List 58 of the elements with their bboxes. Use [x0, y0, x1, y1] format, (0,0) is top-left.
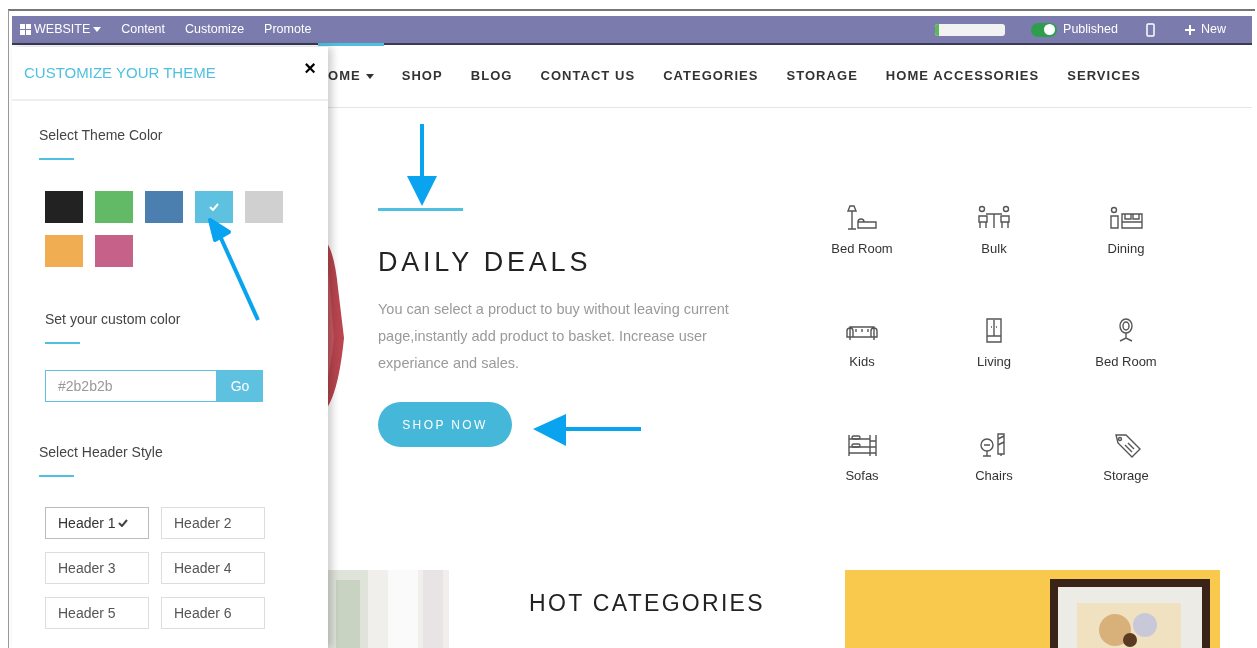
hero-text: You can select a product to buy without leaving current page,instantly add product to basket. Increase user experiance and sales. [378, 300, 730, 373]
category-label[interactable]: Kids [849, 352, 875, 372]
section-heading: Set your custom color [45, 310, 182, 329]
heading-underline [39, 158, 74, 160]
furniture-icon [1108, 204, 1144, 231]
nav-item[interactable]: HOME ACCESSORIES [885, 66, 1040, 86]
check-icon [117, 519, 128, 527]
header-style-option[interactable]: Header 5 [45, 597, 149, 629]
furniture-icon [976, 204, 1012, 231]
color-swatch[interactable] [45, 191, 83, 223]
mobile-icon[interactable] [1146, 22, 1155, 37]
nav-item[interactable]: OME [328, 66, 374, 86]
header-style-option[interactable]: Header 4 [161, 552, 265, 584]
header-style-option[interactable]: Header 3 [45, 552, 149, 584]
publish-toggle[interactable] [1031, 22, 1058, 37]
color-swatch[interactable] [45, 235, 83, 267]
header-style-option[interactable]: Header 2 [161, 507, 265, 539]
category-label[interactable]: Chairs [975, 465, 1013, 486]
panel-title: CUSTOMIZE YOUR THEME [24, 62, 216, 83]
category-label[interactable]: Living [977, 352, 1011, 372]
check-icon [209, 203, 219, 211]
header-style-option[interactable]: Header 6 [161, 597, 265, 629]
admin-menu-item[interactable]: Customize [185, 20, 245, 39]
hero-title: DAILY DEALS [378, 249, 593, 276]
close-button[interactable]: × [304, 53, 316, 83]
admin-menu-item[interactable]: Promote [264, 20, 312, 39]
color-swatch[interactable] [95, 235, 133, 267]
category-label[interactable]: Dining [1107, 239, 1145, 259]
app-menu[interactable]: WEBSITE [20, 20, 102, 39]
category-label[interactable]: Sofas [845, 465, 879, 486]
nav-item[interactable]: CATEGORIES [663, 66, 759, 86]
admin-menu-item[interactable]: Content [121, 20, 166, 39]
published-label: Published [1063, 21, 1118, 39]
nav-item[interactable]: BLOG [470, 66, 513, 86]
header-style-option[interactable]: Header 1 [45, 507, 149, 539]
nav-item[interactable]: CONTACT US [540, 66, 636, 86]
color-swatch[interactable] [95, 191, 133, 223]
grid-icon [20, 24, 31, 35]
heading-underline [39, 475, 74, 477]
section-heading: Select Header Style [39, 443, 164, 462]
section-heading: Select Theme Color [39, 126, 164, 145]
category-label[interactable]: Storage [1103, 465, 1149, 486]
color-swatch[interactable] [245, 191, 283, 223]
category-label[interactable]: Bed Room [1095, 352, 1157, 372]
category-label[interactable]: Bulk [981, 239, 1007, 259]
color-swatch[interactable] [145, 191, 183, 223]
color-swatch[interactable] [195, 191, 233, 223]
nav-item[interactable]: SHOP [401, 66, 443, 86]
color-input[interactable]: #2b2b2b [45, 370, 217, 402]
caret-icon [93, 27, 102, 32]
nav-item[interactable]: SERVICES [1067, 66, 1142, 86]
furniture-icon [844, 204, 880, 231]
plus-icon [1185, 24, 1195, 35]
section-title: HOT CATEGORIES [529, 589, 765, 618]
heading-underline [45, 342, 80, 344]
new-button[interactable]: New [1185, 20, 1226, 39]
nav-item[interactable]: STORAGE [786, 66, 858, 86]
category-label[interactable]: Bed Room [831, 239, 893, 259]
